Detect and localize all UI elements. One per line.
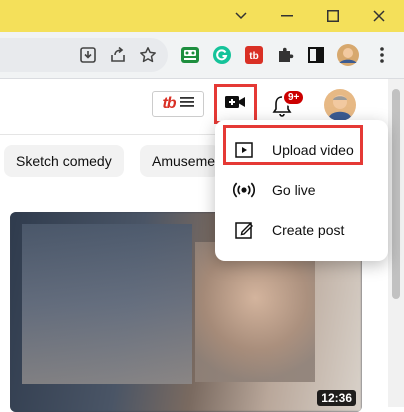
sidebar-icon[interactable] [304, 43, 328, 67]
tubebuddy-logo: tb [162, 95, 176, 112]
bookmark-star-icon[interactable] [136, 43, 160, 67]
create-button-highlight [214, 84, 257, 124]
tubebuddy-button[interactable]: tb [152, 91, 204, 117]
page-scrollbar[interactable] [388, 79, 404, 407]
thumbnail-blur-block [22, 224, 192, 384]
profile-avatar[interactable] [336, 43, 360, 67]
menu-item-label: Go live [272, 182, 316, 198]
browser-title-bar [0, 0, 404, 32]
puzzle-icon[interactable] [273, 43, 297, 67]
maximize-icon[interactable] [310, 0, 356, 32]
browser-toolbar: tb [0, 32, 404, 79]
menu-item-create-post[interactable]: Create post [215, 210, 388, 250]
notification-badge: 9+ [282, 89, 306, 106]
chip-sketch-comedy[interactable]: Sketch comedy [4, 145, 124, 177]
hamburger-icon [179, 95, 194, 113]
close-icon[interactable] [356, 0, 402, 32]
menu-item-go-live[interactable]: Go live [215, 170, 388, 210]
account-avatar[interactable] [324, 89, 356, 121]
svg-text:tb: tb [249, 51, 258, 62]
share-icon[interactable] [106, 43, 130, 67]
youtube-page: tb 9+ Sketch comedy Amuseme 12:36 Upload… [0, 79, 404, 412]
chevron-down-icon[interactable] [218, 0, 264, 32]
go-live-icon [233, 179, 255, 201]
scrollbar-thumb[interactable] [392, 89, 400, 299]
grammarly-icon[interactable] [210, 43, 234, 67]
thumbnail-blur-face [195, 242, 315, 382]
video-duration: 12:36 [317, 390, 356, 406]
kebab-menu-icon[interactable] [370, 43, 394, 67]
minimize-icon[interactable] [264, 0, 310, 32]
chip-amusement[interactable]: Amuseme [140, 145, 220, 177]
create-menu: Upload video Go live Create post [215, 120, 388, 261]
extension-green-icon[interactable] [178, 43, 202, 67]
create-post-icon [233, 219, 255, 241]
extension-red-icon[interactable]: tb [242, 43, 266, 67]
notifications-button[interactable]: 9+ [270, 89, 306, 119]
menu-item-label: Create post [272, 222, 345, 238]
upload-video-highlight [223, 125, 363, 165]
download-icon[interactable] [76, 43, 100, 67]
